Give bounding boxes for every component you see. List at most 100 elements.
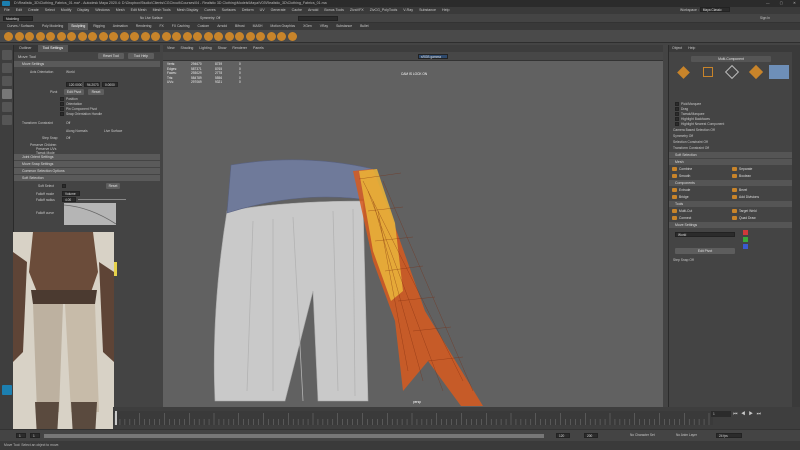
mtk-transform-constraint-value[interactable]: Off [705, 146, 709, 150]
sculpt-brush-icon[interactable] [214, 32, 223, 41]
range-end-inner-field[interactable]: 120 [556, 433, 570, 438]
sculpt-brush-icon[interactable] [151, 32, 160, 41]
menu-edit-mesh[interactable]: Edit Mesh [131, 7, 147, 14]
uv-mode-icon[interactable] [769, 65, 789, 79]
viewport-panel[interactable]: View Shading Lighting Show Renderer Panels sR… [163, 45, 663, 407]
connect-button[interactable]: Connect [671, 215, 691, 221]
shelf-tab-sculpting[interactable]: Sculpting [68, 23, 89, 30]
shelf-tab-xgen[interactable]: XGen [300, 23, 315, 30]
axis-y-field[interactable]: 94.2073 [84, 82, 100, 87]
close-icon[interactable]: ✕ [793, 0, 796, 7]
menu-modify[interactable]: Modify [61, 7, 72, 14]
edge-mode-icon[interactable] [724, 64, 740, 80]
camera-based-value[interactable]: Off [710, 128, 714, 132]
menu-mesh[interactable]: Mesh [116, 7, 125, 14]
shelf-tab-rigging[interactable]: Rigging [90, 23, 108, 30]
target-weld-button[interactable]: Target Weld [731, 208, 757, 214]
mtk-edit-pivot-button[interactable]: Edit Pivot [675, 248, 735, 254]
mtk-soft-selection-header[interactable]: Soft Selection [669, 152, 792, 158]
combine-button[interactable]: Combine [671, 166, 692, 172]
snap-orientation-check[interactable]: Snap Orientation Handle [60, 112, 102, 117]
menu-surfaces[interactable]: Surfaces [222, 7, 236, 14]
shelf-tab-curves-surfaces[interactable]: Curves / Surfaces [4, 23, 37, 30]
tab-outliner[interactable]: Outliner [14, 45, 37, 52]
current-frame-field[interactable]: 1 [711, 411, 731, 417]
sculpt-brush-icon[interactable] [35, 32, 45, 41]
shelf-tab-custom[interactable]: Custom [195, 23, 213, 30]
anim-layer-select[interactable]: No Anim Layer [676, 433, 697, 437]
along-normals-radio[interactable]: Along Normals [66, 129, 88, 133]
fps-select[interactable]: 24 fps [716, 433, 742, 438]
range-start-inner-field[interactable]: 1 [30, 433, 40, 438]
x-axis-swatch[interactable] [743, 230, 748, 235]
paint-select-icon[interactable] [2, 76, 12, 86]
mtk-menu-help[interactable]: Help [688, 45, 695, 52]
shelf-tab-substance[interactable]: Substance [333, 23, 355, 30]
viewport-menu-lighting[interactable]: Lighting [199, 45, 211, 52]
object-mode-icon[interactable] [677, 66, 690, 79]
sculpt-brush-icon[interactable] [46, 32, 55, 41]
edit-pivot-button[interactable]: Edit Pivot [64, 89, 84, 95]
selection-constraint-value[interactable]: Off [703, 140, 707, 144]
live-surface-radio[interactable]: Live Surface [104, 129, 122, 133]
menu-mesh-tools[interactable]: Mesh Tools [153, 7, 171, 14]
range-slider[interactable]: 1 1 120 200 No Character Set No Anim Lay… [0, 429, 800, 441]
side-tabs[interactable] [792, 45, 800, 438]
symmetry-label[interactable]: Symmetry: Off [200, 16, 220, 20]
soft-select-check[interactable] [62, 184, 66, 188]
scale-tool-icon[interactable] [2, 115, 12, 125]
menu-curves[interactable]: Curves [204, 7, 215, 14]
menu-cache[interactable]: Cache [292, 7, 302, 14]
axis-orientation-value[interactable]: World [66, 70, 75, 74]
sculpt-brush-icon[interactable] [245, 32, 255, 41]
smooth-button[interactable]: Smooth [671, 173, 690, 179]
viewport-menu-panels[interactable]: Panels [253, 45, 264, 52]
menu-zivavfx[interactable]: ZivaVFX [350, 7, 364, 14]
step-snap-value[interactable]: Off [66, 136, 70, 140]
range-end-field[interactable]: 200 [584, 433, 598, 438]
separate-button[interactable]: Separate [731, 166, 752, 172]
sign-in-button[interactable]: Sign In [760, 16, 770, 20]
falloff-radius-slider[interactable] [78, 199, 126, 200]
move-space-select[interactable]: World [675, 232, 735, 237]
mtk-menu-object[interactable]: Object [672, 45, 682, 52]
sculpt-brush-icon[interactable] [88, 32, 97, 41]
menu-edit[interactable]: Edit [16, 7, 22, 14]
menu-windows[interactable]: Windows [95, 7, 110, 14]
move-snap-header[interactable]: Move Snap Settings [14, 161, 160, 167]
time-slider[interactable]: 1 ⏮ ◀ ▶ ⏭ [113, 407, 800, 429]
shelf-tab-fx-caching[interactable]: FX Caching [169, 23, 193, 30]
shelf-tab-vray[interactable]: VRay [317, 23, 331, 30]
live-surface-label[interactable]: No Live Surface [140, 16, 163, 20]
workspace-select[interactable]: Maya Classic [699, 7, 730, 12]
menu-file[interactable]: File [4, 7, 10, 14]
maximize-icon[interactable]: ▢ [780, 0, 783, 7]
axis-x-field[interactable]: 120.0000 [66, 82, 82, 87]
sculpt-brush-icon[interactable] [172, 32, 181, 41]
menu-generate[interactable]: Generate [271, 7, 286, 14]
quick-select-input[interactable] [298, 16, 338, 21]
sculpt-brush-icon[interactable] [14, 32, 24, 41]
sculpt-brush-icon[interactable] [109, 32, 118, 41]
playback-controls[interactable]: ⏮ ◀ ▶ ⏭ [733, 411, 762, 417]
menu-help[interactable]: Help [442, 7, 449, 14]
pivot-reset-button[interactable]: Reset [88, 89, 104, 95]
quad-draw-button[interactable]: Quad Draw [731, 215, 756, 221]
shelf-tab-animation[interactable]: Animation [110, 23, 131, 30]
sculpt-brush-icon[interactable] [67, 32, 76, 41]
shelf-tab-poly-modeling[interactable]: Poly Modeling [39, 23, 66, 30]
menu-bonus-tools[interactable]: Bonus Tools [324, 7, 344, 14]
viewport-menu-show[interactable]: Show [218, 45, 227, 52]
menu-substance[interactable]: Substance [419, 7, 436, 14]
menu-set-select[interactable]: Modeling [3, 16, 33, 21]
menu-zivcg-polytools[interactable]: ZivCG_PolyTools [370, 7, 398, 14]
shelf-tab-rendering[interactable]: Rendering [133, 23, 155, 30]
sculpt-brush-icon[interactable] [56, 32, 66, 41]
character-set-select[interactable]: No Character Set [630, 433, 655, 437]
move-tool-icon[interactable] [2, 89, 12, 99]
sculpt-brush-icon[interactable] [77, 32, 87, 41]
shelf-tab-bifrost[interactable]: Bifrost [232, 23, 248, 30]
falloff-radius-field[interactable]: 4.00 [62, 197, 76, 202]
sculpt-brush-icon[interactable] [287, 32, 297, 41]
viewport-menu-view[interactable]: View [167, 45, 175, 52]
